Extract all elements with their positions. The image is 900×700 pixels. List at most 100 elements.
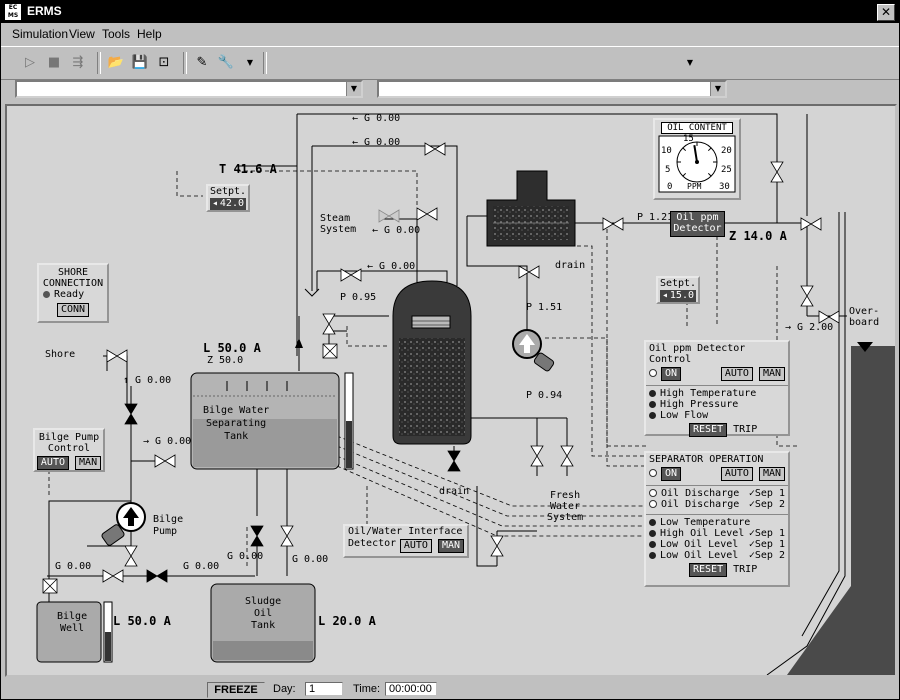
alarm-row: Low Flow — [649, 410, 785, 421]
stop-icon[interactable]: ■ — [45, 55, 63, 71]
alarm-label: Low Oil Level — [660, 550, 739, 561]
man-button[interactable]: MAN — [75, 456, 102, 470]
setpoint-value: 15.0 — [669, 290, 694, 301]
discharge-label: Oil Discharge — [661, 488, 740, 499]
discharge-row: Oil Discharge ✓Sep 1 — [649, 488, 785, 499]
gauge-tick-label: 30 — [719, 182, 730, 192]
pen-icon[interactable]: ✎ — [193, 55, 211, 71]
flow-label: G 0.00 — [227, 551, 264, 562]
right-selector[interactable]: ▼ — [377, 80, 727, 98]
time-label: Time: — [353, 683, 381, 695]
arrow-left-icon[interactable]: ◂ — [660, 290, 668, 302]
trip-label: TRIP — [733, 424, 758, 435]
auto-button[interactable]: AUTO — [399, 539, 432, 553]
discharge-row: Oil Discharge ✓Sep 2 — [649, 499, 785, 510]
setpoint-title: Setpt. — [209, 186, 247, 197]
freeze-indicator[interactable]: FREEZE — [207, 682, 265, 698]
shore-status: Ready — [54, 289, 85, 300]
reset-button[interactable]: RESET — [689, 423, 728, 437]
reset-button[interactable]: RESET — [689, 563, 728, 577]
gauge-tick-label: 10 — [661, 146, 672, 156]
day-label: Day: — [273, 683, 296, 695]
ppm-detector-control-panel: Oil ppm Detector Control ON AUTO MAN Hig… — [644, 340, 790, 437]
gauge-unit: PPM — [687, 182, 702, 191]
alarm-row: High Pressure — [649, 399, 785, 410]
oil-separator-vessel — [392, 280, 472, 445]
flow-label: → G 2.00 — [785, 322, 834, 333]
separator-tag: ✓Sep 1 — [748, 528, 785, 539]
auto-button[interactable]: AUTO — [720, 367, 753, 381]
hull-outline — [766, 212, 895, 675]
chevron-down-icon[interactable]: ▼ — [346, 82, 361, 96]
speed-icon[interactable]: ⇶ — [69, 55, 87, 71]
oil-ppm-detector[interactable]: Oil ppm Detector — [670, 211, 725, 237]
chevron-down-icon[interactable]: ▼ — [710, 82, 725, 96]
drain-label: drain — [555, 260, 586, 271]
flow-label: G 0.00 — [292, 554, 329, 565]
ppm-control-mode-row: ON AUTO MAN — [646, 366, 788, 382]
alarm-indicator-icon — [649, 389, 656, 397]
toolbar-dropdown-icon[interactable]: ▼ — [681, 55, 699, 71]
separator-operation-panel: SEPARATOR OPERATION ON AUTO MAN Oil Disc… — [644, 451, 790, 587]
level-setpoint-label: Z 50.0 — [207, 355, 244, 366]
open-icon[interactable]: 📂 — [107, 55, 125, 71]
gauge-title: OIL CONTENT — [661, 122, 733, 134]
play-icon[interactable]: ▷ — [21, 55, 39, 71]
alarm-label: High Temperature — [660, 388, 757, 399]
shore-connection-panel: SHORE CONNECTION Ready CONN — [37, 263, 109, 323]
man-button[interactable]: MAN — [437, 539, 464, 553]
pressure-label: P 0.95 — [340, 292, 377, 303]
overboard-label: Over- board — [849, 306, 880, 328]
shore-status-row: Ready — [39, 289, 107, 300]
flow-label: ← G 0.00 — [372, 225, 421, 236]
day-value: 1 — [305, 682, 343, 696]
separator-tag: ✓Sep 1 — [748, 539, 785, 550]
bilge-pump-control-title: Bilge Pump Control — [38, 432, 100, 454]
separator-mode-row: ON AUTO MAN — [646, 466, 788, 482]
setpoint-title: Setpt. — [659, 278, 697, 289]
alarm-row: Low Oil Level ✓Sep 2 — [649, 550, 785, 561]
pressure-label: P 1.51 — [526, 302, 563, 313]
man-button[interactable]: MAN — [758, 467, 785, 481]
auto-button[interactable]: AUTO — [720, 467, 753, 481]
man-button[interactable]: MAN — [758, 367, 785, 381]
alarm-row: Low Oil Level ✓Sep 1 — [649, 539, 785, 550]
discharge-indicator-icon — [649, 500, 657, 508]
wrench-icon[interactable]: 🔧 — [217, 55, 235, 71]
menu-simulation[interactable]: Simulation — [12, 27, 68, 41]
gauge-tick-label: 0 — [667, 182, 673, 192]
ppm-control-title: Oil ppm Detector Control — [649, 343, 746, 365]
steam-system-label: Steam System — [320, 213, 357, 235]
gauge-tick-label: 25 — [721, 165, 732, 175]
temperature-setpoint[interactable]: Setpt. ◂ 42.0 — [206, 184, 250, 212]
setpoint-value-field[interactable]: ◂ 15.0 — [660, 290, 696, 302]
chevron-down-icon[interactable]: ▼ — [241, 55, 259, 71]
toolbar-separator — [183, 52, 187, 74]
shore-connection-title: SHORE CONNECTION — [42, 267, 104, 289]
on-button[interactable]: ON — [661, 467, 682, 481]
toolbar: ▷ ■ ⇶ 📂 💾 ⊡ ✎ 🔧 ▼ ▼ — [1, 46, 899, 80]
sludge-oil-tank-label: Sludge Oil Tank — [245, 596, 282, 631]
snapshot-icon[interactable]: ⊡ — [155, 55, 173, 71]
save-icon[interactable]: 💾 — [131, 55, 149, 71]
setpoint-value-field[interactable]: ◂ 42.0 — [210, 198, 246, 210]
menu-view[interactable]: View — [69, 27, 95, 41]
app-icon[interactable]: EC MS — [5, 4, 21, 20]
arrow-left-icon[interactable]: ◂ — [210, 198, 218, 210]
alarm-indicator-icon — [649, 518, 656, 526]
conn-button[interactable]: CONN — [56, 303, 90, 317]
auto-button[interactable]: AUTO — [36, 456, 69, 470]
alarm-indicator-icon — [649, 400, 656, 408]
on-button[interactable]: ON — [661, 367, 682, 381]
ppm-setpoint[interactable]: Setpt. ◂ 15.0 — [656, 276, 700, 304]
sludge-tank-level-readout: L 20.0 A — [318, 614, 376, 628]
menu-tools[interactable]: Tools — [102, 27, 130, 41]
pressure-label: P 0.94 — [526, 390, 563, 401]
alarm-indicator-icon — [649, 551, 656, 559]
menu-help[interactable]: Help — [137, 27, 162, 41]
separator-tag: ✓Sep 1 — [748, 488, 785, 499]
alarm-row: High Temperature — [649, 388, 785, 399]
close-button[interactable]: ✕ — [877, 4, 895, 21]
time-value: 00:00:00 — [385, 682, 437, 696]
left-selector[interactable]: ▼ — [15, 80, 363, 98]
